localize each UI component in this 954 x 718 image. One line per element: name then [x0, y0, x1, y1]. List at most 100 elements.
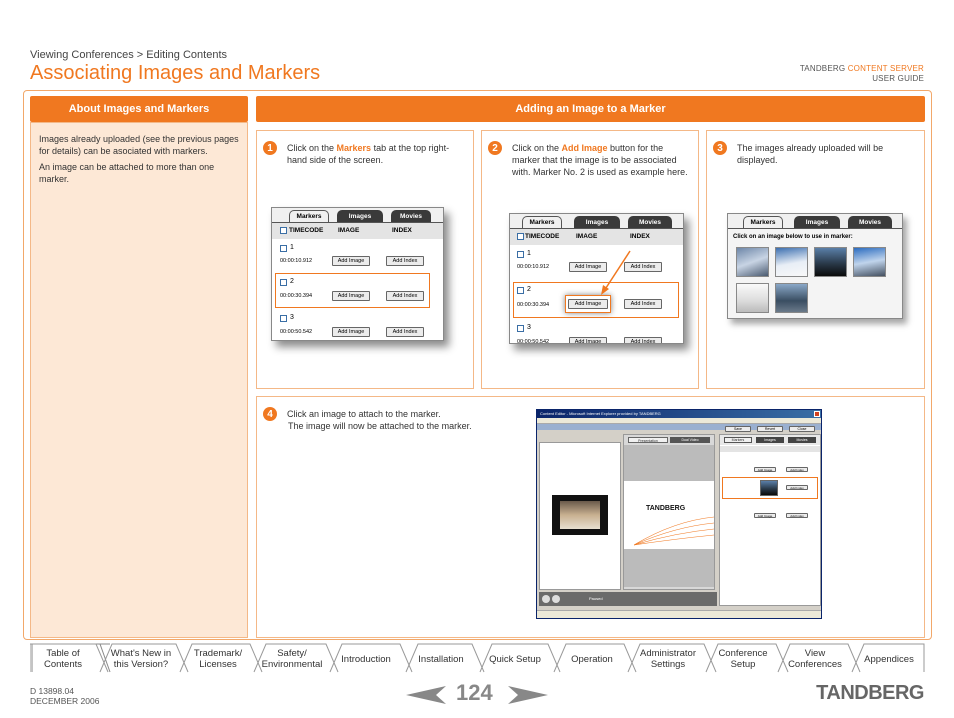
next-page-icon[interactable]	[508, 684, 548, 706]
image-thumb-2[interactable]	[775, 247, 808, 277]
playback-status: Paused	[589, 596, 603, 601]
video-pane	[539, 442, 621, 590]
col-timecode: TIMECODE	[289, 227, 324, 234]
doc-number: D 13898.04	[30, 686, 74, 696]
mock-tab-movies[interactable]: Movies	[628, 216, 672, 228]
marker-1-add-index-button[interactable]: Add Index	[386, 256, 424, 266]
save-button[interactable]: Save	[725, 426, 751, 432]
mock-tab-markers[interactable]: Markers	[289, 210, 329, 222]
marker-1-time: 00:00:10.912	[517, 264, 550, 270]
mock-tab-markers[interactable]: Markers	[743, 216, 783, 228]
select-all-checkbox[interactable]	[280, 227, 287, 234]
mock-tab-images[interactable]: Images	[574, 216, 620, 228]
brand-accent: CONTENT SERVER	[847, 64, 924, 73]
image-thumb-1[interactable]	[736, 247, 769, 277]
image-thumb-4[interactable]	[853, 247, 886, 277]
step-2-highlight: Add Image	[561, 143, 608, 153]
marker-3-checkbox[interactable]	[517, 325, 524, 332]
images-tab-screenshot: Markers Images Movies Click on an image …	[727, 213, 903, 319]
step-4-line-2: The image will now be attached to the ma…	[288, 421, 472, 431]
step-4-number: 4	[263, 407, 277, 421]
marker-2-add-index-button[interactable]: Add Index	[386, 291, 424, 301]
marker-2-number: 2	[527, 286, 531, 293]
about-para-1: Images already uploaded (see the previou…	[39, 134, 239, 156]
previous-page-icon[interactable]	[406, 684, 446, 706]
tab-dual-video[interactable]: Dual Video	[670, 437, 710, 443]
marker-2-checkbox[interactable]	[517, 287, 524, 294]
playback-bar: Paused	[539, 592, 717, 606]
nav-dividers	[30, 643, 925, 673]
marker-3-add-image-button[interactable]: Add Image	[569, 337, 607, 343]
marker-3-checkbox[interactable]	[280, 315, 287, 322]
step-3-text: The images already uploaded will be disp…	[737, 143, 884, 165]
marker-1-time: 00:00:10.912	[280, 258, 313, 264]
brand-sub: USER GUIDE	[872, 74, 924, 83]
mock-tab-images[interactable]: Images	[337, 210, 383, 222]
about-para-2: An image can be attached to more than on…	[39, 162, 215, 184]
mock-tab-markers[interactable]: Markers	[522, 216, 562, 228]
marker-2-checkbox[interactable]	[280, 279, 287, 286]
about-heading: About Images and Markers	[30, 96, 248, 122]
marker-2-add-index-button[interactable]: Add Index	[624, 299, 662, 309]
mini-tab-movies[interactable]: Movies	[788, 437, 816, 443]
marker-1-checkbox[interactable]	[280, 245, 287, 252]
step-1-highlight: Markers	[336, 143, 372, 153]
mock-tab-movies[interactable]: Movies	[848, 216, 892, 228]
window-close-icon[interactable]	[814, 411, 820, 417]
mock-tab-images[interactable]: Images	[794, 216, 840, 228]
add-image-screenshot: Markers Images Movies TIMECODE IMAGE IND…	[509, 213, 684, 344]
play-icon[interactable]	[542, 595, 550, 603]
image-thumb-3[interactable]	[814, 247, 847, 277]
presentation-pane: Presentation Dual Video TANDBERG	[623, 434, 715, 590]
mini-add-index-3[interactable]: Add Index	[786, 513, 808, 518]
col-index: INDEX	[392, 227, 412, 234]
marker-2-add-image-button[interactable]: Add Image	[568, 299, 608, 309]
step-4-line-1: Click an image to attach to the marker.	[287, 409, 441, 419]
tab-presentation[interactable]: Presentation	[628, 437, 668, 443]
page-title: Associating Images and Markers	[30, 62, 321, 84]
col-index: INDEX	[630, 233, 650, 240]
marker-1-checkbox[interactable]	[517, 251, 524, 258]
mock-tab-movies[interactable]: Movies	[391, 210, 431, 222]
step-1-pre: Click on the	[287, 143, 337, 153]
step-1-number: 1	[263, 141, 277, 155]
step-3-panel: 3 The images already uploaded will be di…	[706, 130, 925, 389]
marker-2-add-image-button[interactable]: Add Image	[332, 291, 370, 301]
marker-3-add-image-button[interactable]: Add Image	[332, 327, 370, 337]
images-prompt: Click on an image below to use in marker…	[733, 234, 853, 240]
revert-button[interactable]: Revert	[757, 426, 783, 432]
image-thumb-5[interactable]	[736, 283, 769, 313]
step-4-text: Click an image to attach to the marker. …	[287, 408, 527, 432]
mini-add-image-1[interactable]: Add Image	[754, 467, 776, 472]
mini-add-index-1[interactable]: Add Index	[786, 467, 808, 472]
mini-add-image-3[interactable]: Add Image	[754, 513, 776, 518]
mini-add-index-2[interactable]: Add Index	[786, 485, 808, 490]
marker-3-add-index-button[interactable]: Add Index	[624, 337, 662, 343]
about-panel: Images already uploaded (see the previou…	[30, 122, 248, 638]
select-all-checkbox[interactable]	[517, 233, 524, 240]
status-bar	[537, 610, 821, 618]
marker-2-time: 00:00:30.394	[280, 293, 313, 299]
col-image: IMAGE	[576, 233, 598, 240]
stop-icon[interactable]	[552, 595, 560, 603]
pointer-arrow-icon	[601, 250, 631, 295]
marker-3-add-index-button[interactable]: Add Index	[386, 327, 424, 337]
markers-tab-screenshot: Markers Images Movies TIMECODE IMAGE IND…	[271, 207, 444, 341]
doc-date: DECEMBER 2006	[30, 696, 100, 706]
col-timecode: TIMECODE	[525, 233, 560, 240]
step-1-panel: 1 Click on the Markers tab at the top ri…	[256, 130, 474, 389]
step-2-pre: Click on the	[512, 143, 562, 153]
mini-tab-images[interactable]: Images	[756, 437, 784, 443]
mini-tab-markers[interactable]: Markers	[724, 437, 752, 443]
marker-1-number: 1	[290, 244, 294, 251]
marker-2-number: 2	[290, 278, 294, 285]
step-2-panel: 2 Click on the Add Image button for the …	[481, 130, 699, 389]
product-brand: TANDBERG CONTENT SERVER USER GUIDE	[800, 64, 924, 84]
marker-1-add-image-button[interactable]: Add Image	[332, 256, 370, 266]
marker-3-number: 3	[527, 324, 531, 331]
col-image: IMAGE	[338, 227, 360, 234]
close-button[interactable]: Close	[789, 426, 815, 432]
image-thumb-6[interactable]	[775, 283, 808, 313]
attached-image-thumb[interactable]	[760, 480, 778, 496]
tandberg-logo: TANDBERG	[816, 682, 924, 704]
